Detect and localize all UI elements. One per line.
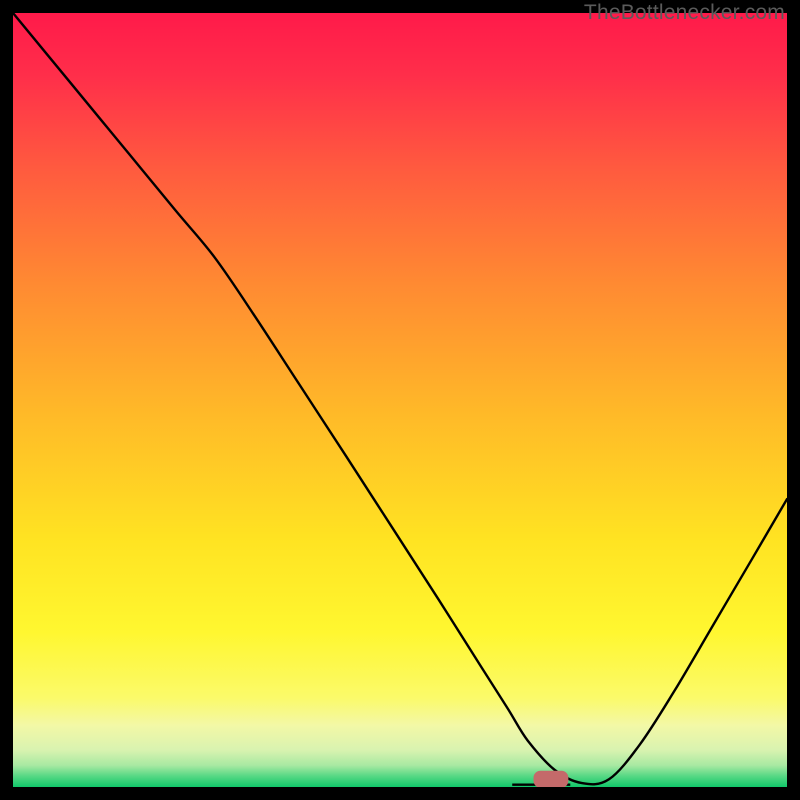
chart-frame: TheBottlenecker.com bbox=[13, 13, 787, 787]
chart-background bbox=[13, 13, 787, 787]
watermark-label: TheBottlenecker.com bbox=[584, 0, 785, 26]
bottleneck-chart bbox=[13, 13, 787, 787]
optimum-marker bbox=[534, 771, 569, 787]
